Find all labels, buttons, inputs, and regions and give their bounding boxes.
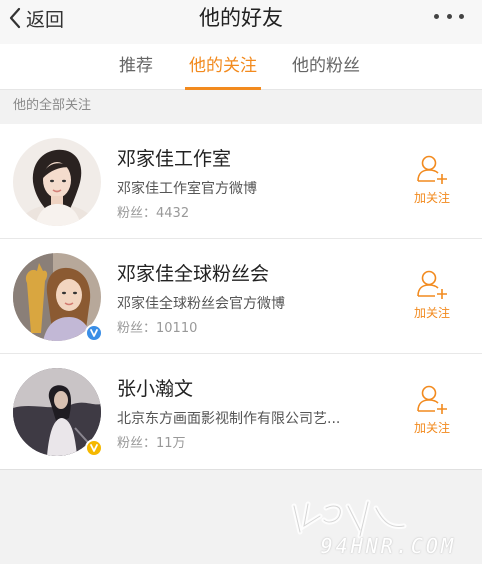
tab-recommended[interactable]: 推荐 <box>111 44 161 90</box>
list-item[interactable]: 邓家佳工作室 邓家佳工作室官方微博 粉丝：4432 加关注 <box>0 124 482 239</box>
follow-button[interactable]: 加关注 <box>402 382 462 442</box>
user-name[interactable]: 邓家佳全球粉丝会 <box>117 261 269 287</box>
navigation-bar: 返回 他的好友 <box>0 0 482 44</box>
tab-bar: 推荐 他的关注 他的粉丝 <box>0 44 482 90</box>
fans-count: 粉丝：4432 <box>117 206 190 221</box>
user-name[interactable]: 邓家佳工作室 <box>117 146 231 172</box>
follow-label: 加关注 <box>413 421 450 435</box>
follow-button[interactable]: 加关注 <box>402 267 462 327</box>
list-item[interactable]: 张小瀚文 北京东方画面影视制作有限公司艺... 粉丝：11万 加关注 <box>0 354 482 470</box>
watermark-text: 94HNR.COM <box>320 534 456 558</box>
following-list: 邓家佳工作室 邓家佳工作室官方微博 粉丝：4432 加关注 邓家佳全球粉丝会 邓… <box>0 124 482 470</box>
add-user-icon <box>417 155 447 184</box>
user-description: 邓家佳工作室官方微博 <box>117 181 257 197</box>
verified-badge-icon <box>85 324 103 342</box>
section-header: 他的全部关注 <box>13 98 92 113</box>
tab-his-following[interactable]: 他的关注 <box>185 44 261 90</box>
add-user-icon <box>417 270 447 299</box>
fans-count: 粉丝：10110 <box>117 321 198 336</box>
avatar[interactable] <box>13 138 101 226</box>
follow-label: 加关注 <box>413 191 450 205</box>
more-options-icon[interactable] <box>434 12 464 20</box>
verified-badge-icon <box>85 439 103 457</box>
user-description: 邓家佳全球粉丝会官方微博 <box>117 296 285 312</box>
follow-label: 加关注 <box>413 306 450 320</box>
user-description: 北京东方画面影视制作有限公司艺... <box>117 411 341 427</box>
user-name[interactable]: 张小瀚文 <box>117 376 193 402</box>
fans-count: 粉丝：11万 <box>117 436 186 451</box>
follow-button[interactable]: 加关注 <box>402 152 462 212</box>
list-item[interactable]: 邓家佳全球粉丝会 邓家佳全球粉丝会官方微博 粉丝：10110 加关注 <box>0 239 482 354</box>
page-title: 他的好友 <box>199 6 283 30</box>
add-user-icon <box>417 385 447 414</box>
tab-his-fans[interactable]: 他的粉丝 <box>287 44 365 90</box>
